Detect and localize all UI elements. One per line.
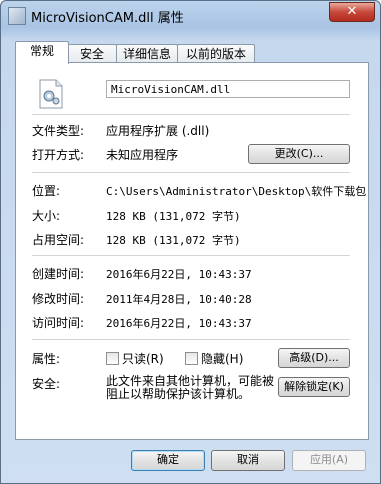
advanced-button[interactable]: 高级(D)... [278,348,350,368]
filename-field[interactable]: MicroVisionCAM.dll [106,80,350,98]
close-button[interactable]: ✕ [329,2,375,22]
ok-button[interactable]: 确定 [131,450,205,471]
modified-value: 2011年4月28日, 10:40:28 [106,293,252,306]
hidden-checkbox[interactable] [185,352,198,365]
tab-general[interactable]: 常规 [15,41,69,64]
security-label: 安全: [32,377,61,391]
file-type-value: 应用程序扩展 (.dll) [106,124,210,138]
open-with-value: 未知应用程序 [106,148,179,162]
attributes-label: 属性: [32,352,61,366]
size-label: 大小: [32,209,61,223]
size-on-disk-value: 128 KB (131,072 字节) [106,234,241,247]
hidden-label[interactable]: 隐藏(H) [201,350,243,367]
cancel-button[interactable]: 取消 [211,450,285,471]
accessed-label: 访问时间: [32,316,85,330]
location-label: 位置: [32,184,61,198]
properties-window: MicroVisionCAM.dll 属性 ✕ 常规 安全 详细信息 以前的版本… [0,0,381,484]
size-value: 128 KB (131,072 字节) [106,210,241,223]
divider [32,172,350,173]
created-value: 2016年6月22日, 10:43:37 [106,268,252,281]
unblock-button[interactable]: 解除锁定(K) [278,377,350,397]
divider [32,255,350,256]
readonly-label[interactable]: 只读(R) [122,350,164,367]
modified-label: 修改时间: [32,292,85,306]
readonly-checkbox[interactable] [106,352,119,365]
apply-button[interactable]: 应用(A) [292,450,366,471]
file-type-label: 文件类型: [32,124,85,138]
location-value: C:\Users\Administrator\Desktop\软件下载包 [106,185,367,198]
divider [32,114,350,115]
change-button[interactable]: 更改(C)... [248,144,350,164]
security-message: 此文件来自其他计算机，可能被阻止以帮助保护该计算机。 [106,374,275,401]
tab-security[interactable]: 安全 [67,44,117,63]
tab-details[interactable]: 详细信息 [116,44,178,63]
window-icon [8,7,26,25]
open-with-label: 打开方式: [32,148,85,162]
dll-file-icon [39,79,63,109]
tab-previous-versions[interactable]: 以前的版本 [177,44,255,63]
window-title: MicroVisionCAM.dll 属性 [31,11,184,26]
general-panel: MicroVisionCAM.dll 文件类型: 应用程序扩展 (.dll) 打… [15,62,369,440]
size-on-disk-label: 占用空间: [32,233,85,247]
accessed-value: 2016年6月22日, 10:43:37 [106,317,252,330]
divider [32,339,350,340]
created-label: 创建时间: [32,267,85,281]
